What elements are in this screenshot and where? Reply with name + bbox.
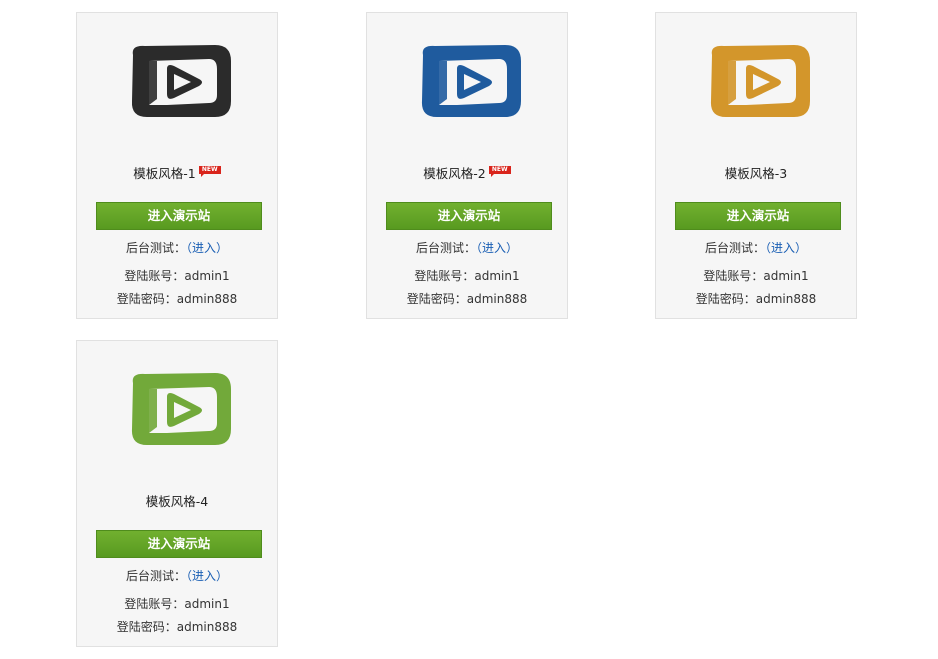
play-screen-icon: [710, 45, 810, 117]
play-screen-icon: [421, 45, 521, 117]
admin-enter-link[interactable]: （进入）: [186, 241, 228, 255]
password-label: 登陆密码：: [116, 292, 177, 306]
account-label: 登陆账号：: [703, 269, 764, 283]
template-title: 模板风格-3: [724, 166, 788, 181]
account-label: 登陆账号：: [124, 269, 185, 283]
account-value: admin1: [184, 597, 230, 611]
admin-test-label: 后台测试：: [415, 241, 476, 255]
password-label: 登陆密码：: [116, 620, 177, 634]
account-label: 登陆账号：: [124, 597, 185, 611]
password-value: admin888: [176, 620, 238, 634]
password-label: 登陆密码：: [695, 292, 756, 306]
play-screen-icon: [131, 373, 231, 445]
template-card: 模板风格-4 进入演示站 后台测试：（进入） 登陆账号：admin1 登陆密码：…: [76, 340, 278, 647]
template-card: 模板风格-2 NEW 进入演示站 后台测试：（进入） 登陆账号：admin1 登陆…: [366, 12, 568, 319]
admin-test-label: 后台测试：: [125, 569, 186, 583]
enter-demo-button[interactable]: 进入演示站: [386, 202, 552, 230]
admin-enter-link[interactable]: （进入）: [186, 569, 228, 583]
account-label: 登陆账号：: [414, 269, 475, 283]
template-card: 模板风格-1 NEW 进入演示站 后台测试：（进入） 登陆账号：admin1 登陆…: [76, 12, 278, 319]
account-value: admin1: [184, 269, 230, 283]
play-screen-icon: [131, 45, 231, 117]
enter-demo-button[interactable]: 进入演示站: [675, 202, 841, 230]
template-title: 模板风格-1: [133, 166, 196, 181]
template-title: 模板风格-2: [423, 166, 486, 181]
account-value: admin1: [763, 269, 809, 283]
new-badge: NEW: [488, 166, 511, 177]
password-value: admin888: [466, 292, 528, 306]
admin-test-label: 后台测试：: [125, 241, 186, 255]
password-label: 登陆密码：: [406, 292, 467, 306]
template-title: 模板风格-4: [145, 494, 209, 509]
template-card: 模板风格-3 进入演示站 后台测试：（进入） 登陆账号：admin1 登陆密码：…: [655, 12, 857, 319]
admin-test-label: 后台测试：: [704, 241, 765, 255]
admin-enter-link[interactable]: （进入）: [476, 241, 518, 255]
enter-demo-button[interactable]: 进入演示站: [96, 530, 262, 558]
password-value: admin888: [176, 292, 238, 306]
account-value: admin1: [474, 269, 520, 283]
enter-demo-button[interactable]: 进入演示站: [96, 202, 262, 230]
new-badge: NEW: [198, 166, 221, 177]
admin-enter-link[interactable]: （进入）: [765, 241, 807, 255]
password-value: admin888: [755, 292, 817, 306]
